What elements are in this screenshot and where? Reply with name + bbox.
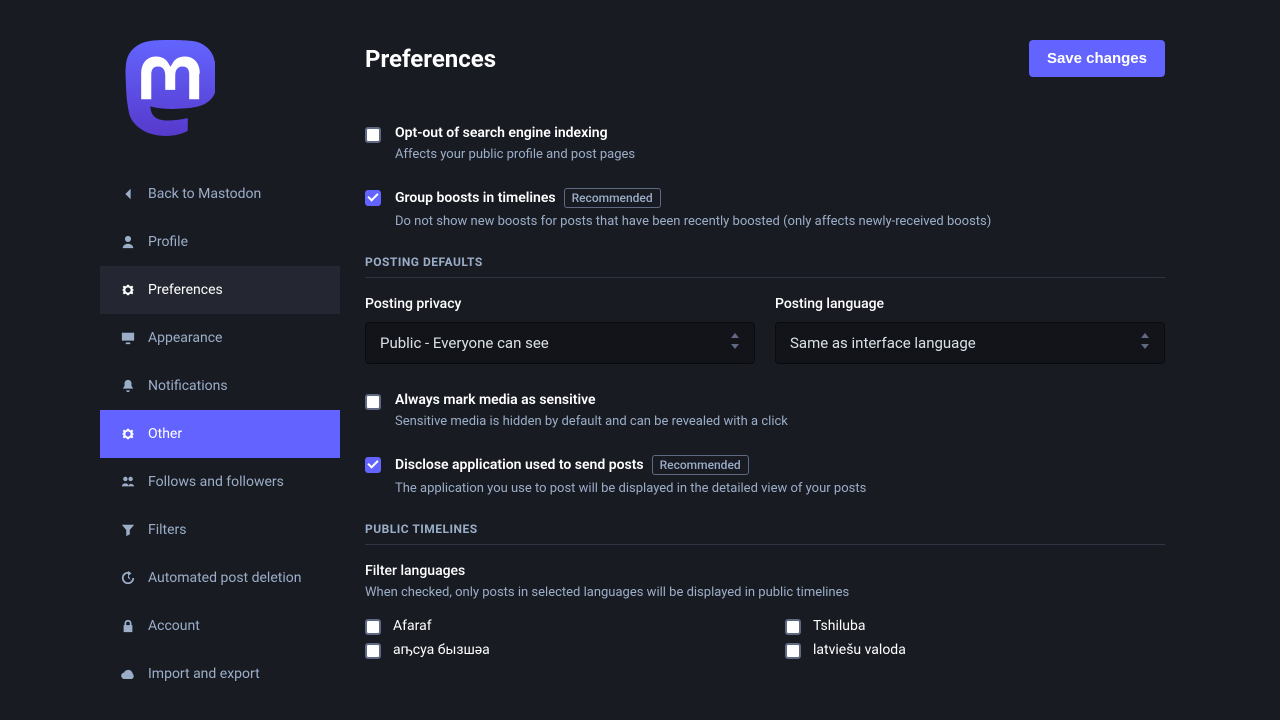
nav-label: Filters [148, 523, 187, 537]
sidebar-nav-items: Profile Preferences Appearance Notification… [0, 218, 340, 698]
back-link[interactable]: Back to Mastodon [100, 170, 340, 218]
sidebar-item-notifications[interactable]: Notifications [100, 362, 340, 410]
sidebar-item-account[interactable]: Account [100, 602, 340, 650]
lang-item[interactable]: latviešu valoda [785, 638, 1165, 662]
lang-label: latviešu valoda [813, 642, 906, 658]
nav-label: Appearance [148, 331, 222, 345]
sidebar-item-appearance[interactable]: Appearance [100, 314, 340, 362]
sidebar-nav: Back to Mastodon [0, 170, 340, 218]
filter-languages-label: Filter languages [365, 563, 1165, 579]
section-posting-defaults: Posting defaults [365, 255, 1165, 278]
lang-column: Tshiluba latviešu valoda [785, 614, 1165, 662]
lang-checkbox[interactable] [365, 619, 381, 635]
sidebar-item-filters[interactable]: Filters [100, 506, 340, 554]
sidebar-item-other[interactable]: Other [100, 410, 340, 458]
section-public-timelines: Public timelines [365, 522, 1165, 545]
recommended-badge: Recommended [564, 188, 661, 208]
main-content: Preferences Save changes Opt-out of sear… [340, 0, 1280, 720]
sensitive-label: Always mark media as sensitive [395, 392, 596, 408]
sensitive-hint: Sensitive media is hidden by default and… [395, 414, 788, 429]
caret-icon [730, 333, 740, 353]
lang-item[interactable]: аҧсуа бызшәа [365, 638, 745, 662]
nav-label: Back to Mastodon [148, 187, 261, 201]
privacy-label: Posting privacy [365, 296, 755, 312]
user-icon [120, 234, 136, 250]
mastodon-logo-icon [125, 40, 215, 136]
language-label: Posting language [775, 296, 1165, 312]
lock-icon [120, 618, 136, 634]
nav-label: Preferences [148, 283, 223, 297]
nav-label: Notifications [148, 379, 228, 393]
filter-icon [120, 522, 136, 538]
nav-label: Account [148, 619, 200, 633]
nav-label: Import and export [148, 667, 260, 681]
lang-item[interactable]: Afaraf [365, 614, 745, 638]
gear-icon [120, 282, 136, 298]
boosts-label: Group boosts in timelines [395, 190, 556, 206]
users-icon [120, 474, 136, 490]
desktop-icon [120, 330, 136, 346]
sidebar-item-automated-post-deletion[interactable]: Automated post deletion [100, 554, 340, 602]
bell-icon [120, 378, 136, 394]
nav-label: Other [148, 427, 182, 441]
boosts-checkbox[interactable] [365, 190, 381, 206]
privacy-value: Public - Everyone can see [380, 334, 549, 352]
sensitive-checkbox[interactable] [365, 394, 381, 410]
language-select[interactable]: Same as interface language [775, 322, 1165, 364]
lang-item[interactable]: Tshiluba [785, 614, 1165, 638]
cloud-icon [120, 666, 136, 682]
boosts-hint: Do not show new boosts for posts that ha… [395, 214, 991, 229]
lang-checkbox[interactable] [365, 643, 381, 659]
gear-icon [120, 426, 136, 442]
disclose-label: Disclose application used to send posts [395, 457, 644, 473]
language-value: Same as interface language [790, 334, 976, 352]
nav-label: Follows and followers [148, 475, 284, 489]
page-title: Preferences [365, 45, 496, 73]
chevron-left-icon [120, 186, 136, 202]
recommended-badge: Recommended [652, 455, 749, 475]
lang-label: Afaraf [393, 618, 432, 634]
sidebar-item-import-and-export[interactable]: Import and export [100, 650, 340, 698]
lang-checkbox[interactable] [785, 643, 801, 659]
lang-label: Tshiluba [813, 618, 866, 634]
disclose-checkbox[interactable] [365, 457, 381, 473]
sidebar-item-preferences[interactable]: Preferences [100, 266, 340, 314]
lang-column: Afaraf аҧсуа бызшәа [365, 614, 745, 662]
sidebar: Back to Mastodon Profile Preferences Appea… [0, 0, 340, 720]
lang-label: аҧсуа бызшәа [393, 642, 490, 658]
optout-checkbox[interactable] [365, 127, 381, 143]
caret-icon [1140, 333, 1150, 353]
sidebar-item-profile[interactable]: Profile [100, 218, 340, 266]
lang-checkbox[interactable] [785, 619, 801, 635]
privacy-select[interactable]: Public - Everyone can see [365, 322, 755, 364]
filter-languages-hint: When checked, only posts in selected lan… [365, 585, 1165, 600]
history-icon [120, 570, 136, 586]
disclose-hint: The application you use to post will be … [395, 481, 866, 496]
sidebar-item-follows-and-followers[interactable]: Follows and followers [100, 458, 340, 506]
save-button[interactable]: Save changes [1029, 40, 1165, 77]
nav-label: Automated post deletion [148, 571, 301, 585]
optout-hint: Affects your public profile and post pag… [395, 147, 635, 162]
optout-label: Opt-out of search engine indexing [395, 125, 608, 141]
nav-label: Profile [148, 235, 188, 249]
